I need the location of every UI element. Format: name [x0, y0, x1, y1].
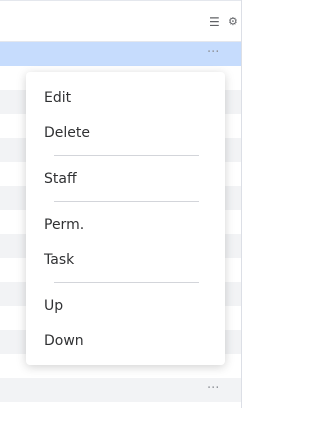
- menu-separator: [54, 282, 199, 283]
- more-icon[interactable]: ···: [207, 379, 219, 399]
- more-icon[interactable]: ···: [207, 43, 219, 63]
- menu-item-task[interactable]: Task: [44, 251, 74, 269]
- menu-item-down[interactable]: Down: [44, 332, 84, 350]
- table-row[interactable]: ···: [0, 42, 241, 66]
- context-menu: Edit Delete Staff Perm. Task Up Down: [26, 72, 225, 365]
- menu-item-delete[interactable]: Delete: [44, 124, 90, 142]
- list-icon[interactable]: ☰: [209, 16, 220, 28]
- menu-separator: [54, 155, 199, 156]
- table-row[interactable]: [0, 402, 241, 426]
- menu-item-edit[interactable]: Edit: [44, 89, 71, 107]
- table-toolbar: ☰ ⚙: [0, 0, 241, 42]
- menu-item-staff[interactable]: Staff: [44, 170, 77, 188]
- menu-item-perm[interactable]: Perm.: [44, 216, 84, 234]
- menu-item-up[interactable]: Up: [44, 297, 63, 315]
- menu-separator: [54, 201, 199, 202]
- table-row[interactable]: ···: [0, 378, 241, 402]
- gear-icon[interactable]: ⚙: [228, 16, 238, 28]
